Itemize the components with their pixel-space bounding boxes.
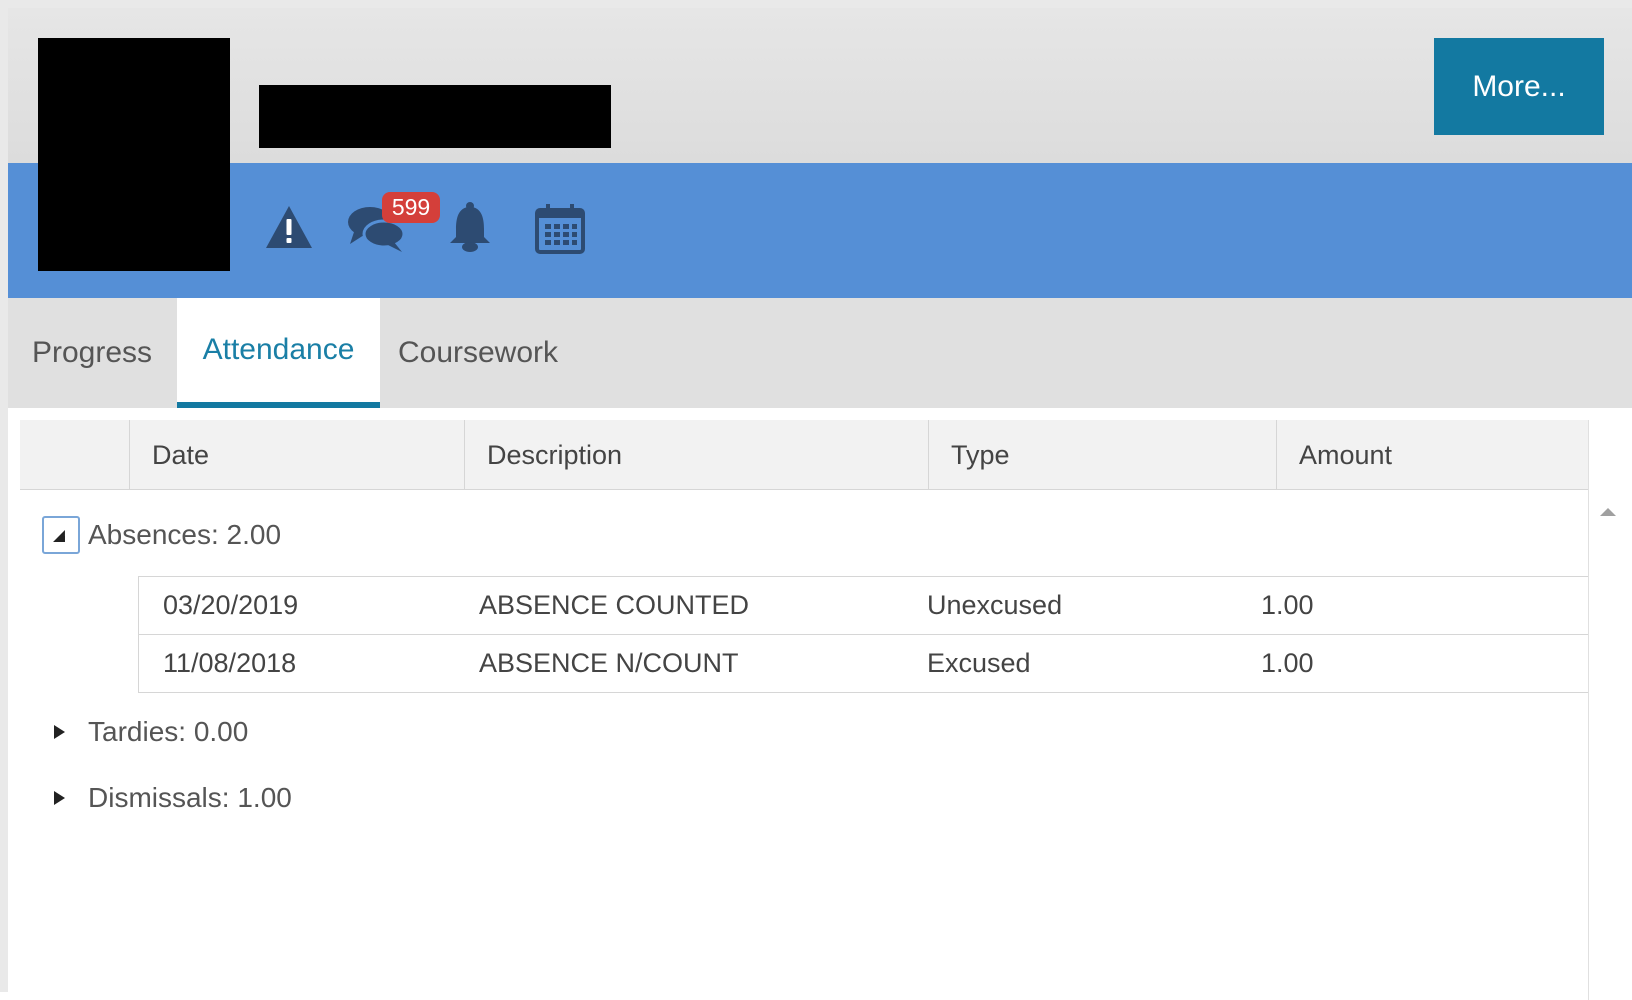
messages-count-badge: 599 — [382, 192, 440, 223]
cell-date: 03/20/2019 — [163, 590, 299, 620]
tab-attendance[interactable]: Attendance — [177, 298, 380, 408]
expand-triangle-icon[interactable] — [54, 725, 65, 739]
table-row[interactable]: 11/08/2018 ABSENCE N/COUNT Excused 1.00 — [139, 635, 1588, 693]
group-row-tardies[interactable]: Tardies: 0.00 — [20, 702, 1588, 762]
student-name-redacted — [259, 85, 611, 148]
calendar-icon[interactable] — [534, 202, 586, 254]
cell-date: 11/08/2018 — [163, 648, 297, 678]
group-label: Dismissals: 1.00 — [88, 782, 292, 813]
vertical-scrollbar[interactable] — [1588, 420, 1632, 1000]
collapse-toggle-button[interactable] — [42, 516, 80, 554]
more-button[interactable]: More... — [1434, 38, 1604, 135]
column-header-date[interactable]: Date — [129, 420, 464, 490]
group-row-dismissals[interactable]: Dismissals: 1.00 — [20, 768, 1588, 828]
tab-bar: Progress Attendance Coursework — [8, 298, 1632, 408]
absences-detail-table: 03/20/2019 ABSENCE COUNTED Unexcused 1.0… — [138, 576, 1588, 693]
bell-icon[interactable] — [446, 201, 494, 253]
column-header-expander — [20, 420, 129, 490]
group-label: Absences: 2.00 — [88, 519, 282, 550]
warning-icon[interactable] — [264, 204, 314, 250]
attendance-grid: Date Description Type Amount Absences: 2… — [20, 420, 1632, 1000]
cell-amount: 1.00 — [1261, 590, 1314, 620]
student-photo-redacted — [38, 38, 230, 271]
group-row-absences[interactable]: Absences: 2.00 — [20, 505, 1588, 565]
table-row[interactable]: 03/20/2019 ABSENCE COUNTED Unexcused 1.0… — [139, 577, 1588, 635]
cell-type: Unexcused — [927, 590, 1063, 620]
cell-amount: 1.00 — [1261, 648, 1314, 678]
tab-coursework[interactable]: Coursework — [382, 298, 574, 408]
cell-description: ABSENCE COUNTED — [479, 590, 750, 620]
header-band — [8, 163, 1632, 298]
column-header-amount[interactable]: Amount — [1276, 420, 1588, 490]
collapse-triangle-icon — [53, 530, 65, 542]
group-label: Tardies: 0.00 — [88, 716, 249, 747]
column-header-description[interactable]: Description — [464, 420, 928, 490]
grid-header: Date Description Type Amount — [20, 420, 1588, 490]
scroll-up-arrow-icon[interactable] — [1600, 508, 1616, 516]
expand-triangle-icon[interactable] — [54, 791, 65, 805]
header-top — [8, 8, 1632, 163]
column-header-type[interactable]: Type — [928, 420, 1276, 490]
tab-progress[interactable]: Progress — [8, 298, 176, 408]
cell-type: Excused — [927, 648, 1031, 678]
student-card: More... 599 Progress Attendance Coursewo… — [8, 8, 1632, 1000]
cell-description: ABSENCE N/COUNT — [479, 648, 739, 678]
window-frame: More... 599 Progress Attendance Coursewo… — [0, 0, 1632, 1000]
